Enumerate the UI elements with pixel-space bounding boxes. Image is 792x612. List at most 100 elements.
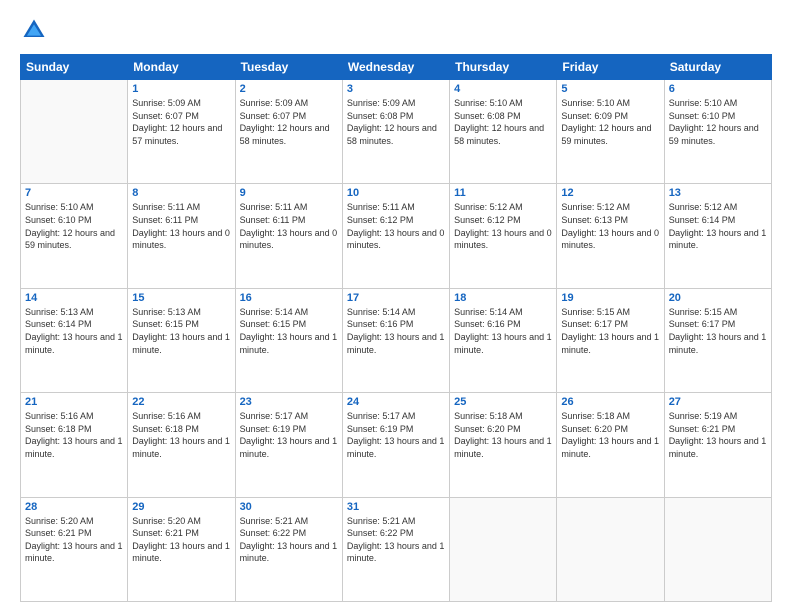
day-info: Sunrise: 5:10 AMSunset: 6:10 PMDaylight:… bbox=[25, 202, 115, 250]
calendar-cell: 18 Sunrise: 5:14 AMSunset: 6:16 PMDaylig… bbox=[450, 288, 557, 392]
day-info: Sunrise: 5:11 AMSunset: 6:11 PMDaylight:… bbox=[132, 202, 230, 250]
calendar-cell: 2 Sunrise: 5:09 AMSunset: 6:07 PMDayligh… bbox=[235, 80, 342, 184]
calendar-cell: 13 Sunrise: 5:12 AMSunset: 6:14 PMDaylig… bbox=[664, 184, 771, 288]
calendar-cell bbox=[557, 497, 664, 601]
day-number: 19 bbox=[561, 292, 659, 304]
calendar-cell: 16 Sunrise: 5:14 AMSunset: 6:15 PMDaylig… bbox=[235, 288, 342, 392]
day-info: Sunrise: 5:15 AMSunset: 6:17 PMDaylight:… bbox=[561, 307, 659, 355]
day-info: Sunrise: 5:12 AMSunset: 6:14 PMDaylight:… bbox=[669, 202, 767, 250]
page: SundayMondayTuesdayWednesdayThursdayFrid… bbox=[0, 0, 792, 612]
calendar-cell: 8 Sunrise: 5:11 AMSunset: 6:11 PMDayligh… bbox=[128, 184, 235, 288]
day-info: Sunrise: 5:17 AMSunset: 6:19 PMDaylight:… bbox=[240, 411, 338, 459]
calendar-cell: 25 Sunrise: 5:18 AMSunset: 6:20 PMDaylig… bbox=[450, 393, 557, 497]
day-info: Sunrise: 5:10 AMSunset: 6:10 PMDaylight:… bbox=[669, 98, 759, 146]
day-info: Sunrise: 5:14 AMSunset: 6:15 PMDaylight:… bbox=[240, 307, 338, 355]
day-info: Sunrise: 5:16 AMSunset: 6:18 PMDaylight:… bbox=[25, 411, 123, 459]
weekday-header-wednesday: Wednesday bbox=[342, 55, 449, 80]
calendar-cell: 22 Sunrise: 5:16 AMSunset: 6:18 PMDaylig… bbox=[128, 393, 235, 497]
day-info: Sunrise: 5:21 AMSunset: 6:22 PMDaylight:… bbox=[347, 516, 445, 564]
header bbox=[20, 16, 772, 44]
calendar-cell: 9 Sunrise: 5:11 AMSunset: 6:11 PMDayligh… bbox=[235, 184, 342, 288]
calendar-cell bbox=[450, 497, 557, 601]
day-number: 31 bbox=[347, 501, 445, 513]
calendar-week-1: 1 Sunrise: 5:09 AMSunset: 6:07 PMDayligh… bbox=[21, 80, 772, 184]
day-number: 17 bbox=[347, 292, 445, 304]
calendar-cell: 4 Sunrise: 5:10 AMSunset: 6:08 PMDayligh… bbox=[450, 80, 557, 184]
day-number: 1 bbox=[132, 83, 230, 95]
day-info: Sunrise: 5:09 AMSunset: 6:08 PMDaylight:… bbox=[347, 98, 437, 146]
day-info: Sunrise: 5:18 AMSunset: 6:20 PMDaylight:… bbox=[561, 411, 659, 459]
day-info: Sunrise: 5:10 AMSunset: 6:09 PMDaylight:… bbox=[561, 98, 651, 146]
calendar-cell: 21 Sunrise: 5:16 AMSunset: 6:18 PMDaylig… bbox=[21, 393, 128, 497]
day-number: 25 bbox=[454, 396, 552, 408]
logo bbox=[20, 16, 52, 44]
calendar-cell: 12 Sunrise: 5:12 AMSunset: 6:13 PMDaylig… bbox=[557, 184, 664, 288]
day-info: Sunrise: 5:18 AMSunset: 6:20 PMDaylight:… bbox=[454, 411, 552, 459]
calendar-cell: 14 Sunrise: 5:13 AMSunset: 6:14 PMDaylig… bbox=[21, 288, 128, 392]
calendar-cell: 29 Sunrise: 5:20 AMSunset: 6:21 PMDaylig… bbox=[128, 497, 235, 601]
logo-icon bbox=[20, 16, 48, 44]
calendar-week-3: 14 Sunrise: 5:13 AMSunset: 6:14 PMDaylig… bbox=[21, 288, 772, 392]
day-info: Sunrise: 5:11 AMSunset: 6:11 PMDaylight:… bbox=[240, 202, 338, 250]
calendar-cell: 30 Sunrise: 5:21 AMSunset: 6:22 PMDaylig… bbox=[235, 497, 342, 601]
day-info: Sunrise: 5:12 AMSunset: 6:12 PMDaylight:… bbox=[454, 202, 552, 250]
day-number: 22 bbox=[132, 396, 230, 408]
day-number: 16 bbox=[240, 292, 338, 304]
calendar-cell: 6 Sunrise: 5:10 AMSunset: 6:10 PMDayligh… bbox=[664, 80, 771, 184]
calendar-cell bbox=[664, 497, 771, 601]
day-info: Sunrise: 5:16 AMSunset: 6:18 PMDaylight:… bbox=[132, 411, 230, 459]
weekday-header-saturday: Saturday bbox=[664, 55, 771, 80]
day-info: Sunrise: 5:14 AMSunset: 6:16 PMDaylight:… bbox=[347, 307, 445, 355]
day-number: 29 bbox=[132, 501, 230, 513]
calendar-cell: 26 Sunrise: 5:18 AMSunset: 6:20 PMDaylig… bbox=[557, 393, 664, 497]
calendar-cell: 17 Sunrise: 5:14 AMSunset: 6:16 PMDaylig… bbox=[342, 288, 449, 392]
day-number: 3 bbox=[347, 83, 445, 95]
day-number: 12 bbox=[561, 187, 659, 199]
weekday-header-thursday: Thursday bbox=[450, 55, 557, 80]
day-number: 6 bbox=[669, 83, 767, 95]
day-info: Sunrise: 5:14 AMSunset: 6:16 PMDaylight:… bbox=[454, 307, 552, 355]
day-number: 14 bbox=[25, 292, 123, 304]
calendar-week-5: 28 Sunrise: 5:20 AMSunset: 6:21 PMDaylig… bbox=[21, 497, 772, 601]
day-info: Sunrise: 5:20 AMSunset: 6:21 PMDaylight:… bbox=[25, 516, 123, 564]
weekday-header-monday: Monday bbox=[128, 55, 235, 80]
day-info: Sunrise: 5:20 AMSunset: 6:21 PMDaylight:… bbox=[132, 516, 230, 564]
day-number: 9 bbox=[240, 187, 338, 199]
day-info: Sunrise: 5:21 AMSunset: 6:22 PMDaylight:… bbox=[240, 516, 338, 564]
day-info: Sunrise: 5:17 AMSunset: 6:19 PMDaylight:… bbox=[347, 411, 445, 459]
calendar-cell: 19 Sunrise: 5:15 AMSunset: 6:17 PMDaylig… bbox=[557, 288, 664, 392]
day-info: Sunrise: 5:09 AMSunset: 6:07 PMDaylight:… bbox=[132, 98, 222, 146]
calendar-cell: 24 Sunrise: 5:17 AMSunset: 6:19 PMDaylig… bbox=[342, 393, 449, 497]
day-number: 4 bbox=[454, 83, 552, 95]
day-number: 18 bbox=[454, 292, 552, 304]
calendar-cell: 11 Sunrise: 5:12 AMSunset: 6:12 PMDaylig… bbox=[450, 184, 557, 288]
day-info: Sunrise: 5:13 AMSunset: 6:15 PMDaylight:… bbox=[132, 307, 230, 355]
day-number: 2 bbox=[240, 83, 338, 95]
day-info: Sunrise: 5:19 AMSunset: 6:21 PMDaylight:… bbox=[669, 411, 767, 459]
day-number: 24 bbox=[347, 396, 445, 408]
day-info: Sunrise: 5:12 AMSunset: 6:13 PMDaylight:… bbox=[561, 202, 659, 250]
day-info: Sunrise: 5:13 AMSunset: 6:14 PMDaylight:… bbox=[25, 307, 123, 355]
day-number: 23 bbox=[240, 396, 338, 408]
day-number: 13 bbox=[669, 187, 767, 199]
day-number: 21 bbox=[25, 396, 123, 408]
calendar-cell: 10 Sunrise: 5:11 AMSunset: 6:12 PMDaylig… bbox=[342, 184, 449, 288]
day-number: 20 bbox=[669, 292, 767, 304]
day-number: 10 bbox=[347, 187, 445, 199]
calendar-cell: 1 Sunrise: 5:09 AMSunset: 6:07 PMDayligh… bbox=[128, 80, 235, 184]
day-number: 8 bbox=[132, 187, 230, 199]
calendar-table: SundayMondayTuesdayWednesdayThursdayFrid… bbox=[20, 54, 772, 602]
day-number: 28 bbox=[25, 501, 123, 513]
calendar-cell: 20 Sunrise: 5:15 AMSunset: 6:17 PMDaylig… bbox=[664, 288, 771, 392]
calendar-cell: 28 Sunrise: 5:20 AMSunset: 6:21 PMDaylig… bbox=[21, 497, 128, 601]
calendar-cell: 23 Sunrise: 5:17 AMSunset: 6:19 PMDaylig… bbox=[235, 393, 342, 497]
day-number: 30 bbox=[240, 501, 338, 513]
day-number: 5 bbox=[561, 83, 659, 95]
weekday-header-friday: Friday bbox=[557, 55, 664, 80]
calendar-cell: 7 Sunrise: 5:10 AMSunset: 6:10 PMDayligh… bbox=[21, 184, 128, 288]
weekday-header-tuesday: Tuesday bbox=[235, 55, 342, 80]
calendar-cell: 15 Sunrise: 5:13 AMSunset: 6:15 PMDaylig… bbox=[128, 288, 235, 392]
day-number: 11 bbox=[454, 187, 552, 199]
weekday-header-row: SundayMondayTuesdayWednesdayThursdayFrid… bbox=[21, 55, 772, 80]
calendar-cell: 31 Sunrise: 5:21 AMSunset: 6:22 PMDaylig… bbox=[342, 497, 449, 601]
